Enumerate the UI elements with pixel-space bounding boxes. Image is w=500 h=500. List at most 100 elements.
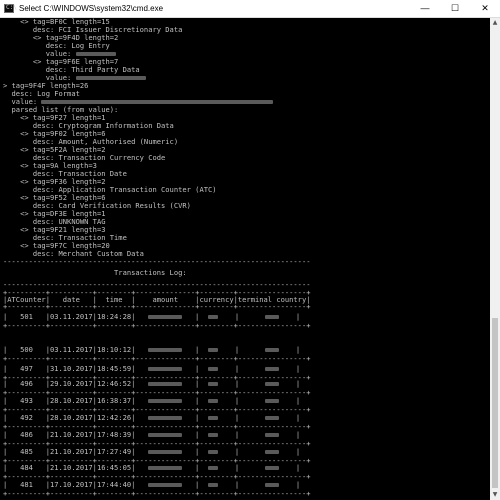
console-text: |: [278, 463, 301, 472]
redacted-value: [148, 483, 183, 487]
console-text: |: [217, 396, 265, 405]
console-text: |: [278, 430, 301, 439]
redacted-value: [264, 382, 279, 386]
console-text: +---------+----------+--------+---------…: [3, 354, 311, 363]
redacted-value: [148, 367, 183, 371]
redacted-value: [41, 100, 274, 104]
redacted-value: [207, 315, 218, 319]
console-text: |: [182, 480, 208, 489]
console-text: | 484 |21.10.2017|16:45:05|: [3, 463, 149, 472]
console-text: | 496 |29.10.2017|12:46:52|: [3, 379, 149, 388]
redacted-value: [207, 348, 218, 352]
console-line: | 493 |28.10.2017|16:38:37| | | |: [3, 397, 300, 405]
console-text: |: [217, 345, 265, 354]
cmd-icon: C:\: [4, 4, 17, 13]
console-text: |: [182, 413, 208, 422]
console-text: |: [278, 413, 301, 422]
console-text: |: [182, 463, 208, 472]
console-line: +---------+----------+--------+---------…: [3, 490, 311, 498]
console-text: | 497 |31.10.2017|18:45:59|: [3, 364, 149, 373]
console-text: +---------+----------+--------+---------…: [3, 489, 311, 498]
maximize-button[interactable]: ☐: [440, 0, 470, 17]
console-line: +---------+----------+--------+---------…: [3, 322, 311, 330]
console-text: |: [217, 413, 265, 422]
minimize-button[interactable]: —: [410, 0, 440, 17]
console-text: |: [278, 364, 301, 373]
redacted-value: [148, 466, 183, 470]
console-line: | 501 |03.11.2017|18:24:28| | | |: [3, 313, 300, 321]
close-button[interactable]: ✕: [470, 0, 500, 17]
redacted-value: [207, 399, 218, 403]
console-text: |: [182, 430, 208, 439]
vertical-scrollbar[interactable]: ▲ ▼: [490, 18, 500, 500]
console-text: |: [182, 396, 208, 405]
console-text: | 486 |21.10.2017|17:48:39|: [3, 430, 149, 439]
redacted-value: [207, 367, 218, 371]
console-output[interactable]: <> tag=BF0C length=15 desc: FCI Issuer D…: [0, 18, 490, 500]
console-line: ----------------------------------------…: [3, 258, 311, 266]
console-text: |: [182, 364, 208, 373]
title-bar[interactable]: C:\ Select C:\WINDOWS\system32\cmd.exe —…: [0, 0, 500, 18]
console-text: |: [217, 480, 265, 489]
redacted-value: [207, 450, 218, 454]
console-line: Transactions Log:: [3, 269, 187, 277]
console-text: Transactions Log:: [3, 268, 187, 277]
console-text: |: [182, 312, 208, 321]
redacted-value: [148, 348, 183, 352]
redacted-value: [207, 466, 218, 470]
console-line: | 500 |03.11.2017|18:10:12| | | |: [3, 346, 300, 354]
redacted-value: [264, 466, 279, 470]
redacted-value: [264, 483, 279, 487]
redacted-value: [264, 433, 279, 437]
redacted-value: [207, 416, 218, 420]
cmd-window: C:\ Select C:\WINDOWS\system32\cmd.exe —…: [0, 0, 500, 500]
scrollbar-thumb[interactable]: [492, 318, 498, 488]
redacted-value: [264, 399, 279, 403]
console-text: | 485 |21.10.2017|17:27:49|: [3, 447, 149, 456]
console-text: ----------------------------------------…: [3, 257, 311, 266]
redacted-value: [75, 76, 146, 80]
redacted-value: [148, 416, 183, 420]
window-title: Select C:\WINDOWS\system32\cmd.exe: [19, 4, 164, 13]
redacted-value: [75, 52, 116, 56]
redacted-value: [264, 348, 279, 352]
console-text: | 500 |03.11.2017|18:10:12|: [3, 345, 149, 354]
console-text: |: [217, 463, 265, 472]
console-text: |: [182, 447, 208, 456]
scroll-up-arrow-icon[interactable]: ▲: [490, 18, 500, 28]
console-text: |: [217, 379, 265, 388]
console-text: |: [278, 345, 301, 354]
console-text: | 501 |03.11.2017|18:24:28|: [3, 312, 149, 321]
redacted-value: [207, 382, 218, 386]
console-text: |: [182, 345, 208, 354]
console-text: |: [217, 447, 265, 456]
console-line: | 492 |28.10.2017|12:42:26| | | |: [3, 414, 300, 422]
redacted-value: [264, 315, 279, 319]
console-text: |: [278, 447, 301, 456]
console-line: | 481 |17.10.2017|17:44:40| | | |: [3, 481, 300, 489]
console-text: |: [278, 396, 301, 405]
console-line: | 486 |21.10.2017|17:48:39| | | |: [3, 431, 300, 439]
console-line: +---------+----------+--------+---------…: [3, 303, 311, 311]
redacted-value: [264, 450, 279, 454]
redacted-value: [148, 382, 183, 386]
console-text: | 481 |17.10.2017|17:44:40|: [3, 480, 149, 489]
console-line: | 485 |21.10.2017|17:27:49| | | |: [3, 448, 300, 456]
console-text: |: [217, 364, 265, 373]
console-line: | 496 |29.10.2017|12:46:52| | | |: [3, 380, 300, 388]
console-text: | 492 |28.10.2017|12:42:26|: [3, 413, 149, 422]
console-text: |: [278, 480, 301, 489]
console-text: +---------+----------+--------+---------…: [3, 302, 311, 311]
console-text: |: [217, 430, 265, 439]
redacted-value: [207, 433, 218, 437]
redacted-value: [148, 433, 183, 437]
redacted-value: [264, 416, 279, 420]
console-line: | 497 |31.10.2017|18:45:59| | | |: [3, 365, 300, 373]
redacted-value: [148, 399, 183, 403]
console-text: |: [278, 312, 301, 321]
redacted-value: [148, 450, 183, 454]
console-text: |: [217, 312, 265, 321]
redacted-value: [148, 315, 183, 319]
redacted-value: [264, 367, 279, 371]
scroll-down-arrow-icon[interactable]: ▼: [490, 490, 500, 500]
